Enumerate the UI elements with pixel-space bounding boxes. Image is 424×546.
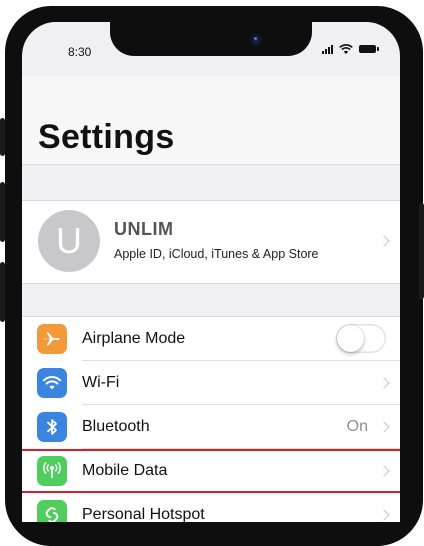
chevron-right-icon xyxy=(378,235,390,247)
volume-down-button xyxy=(0,262,5,322)
screen: 8:30 Settings U UNLIM Apple ID, iCloud, … xyxy=(22,22,400,522)
settings-row-bluetooth[interactable]: Bluetooth On xyxy=(22,405,400,449)
profile-subtitle: Apple ID, iCloud, iTunes & App Store xyxy=(114,247,319,261)
silent-switch xyxy=(0,118,5,156)
camera xyxy=(250,34,262,46)
power-button xyxy=(419,203,424,299)
battery-icon xyxy=(359,45,379,53)
signal-icon xyxy=(322,44,333,54)
settings-row-wifi[interactable]: Wi-Fi xyxy=(22,361,400,405)
apple-id-row[interactable]: U UNLIM Apple ID, iCloud, iTunes & App S… xyxy=(22,200,400,284)
wifi-status-icon xyxy=(339,44,353,54)
settings-row-label: Airplane Mode xyxy=(82,330,186,347)
settings-row-airplane-mode[interactable]: Airplane Mode xyxy=(22,317,400,361)
status-time: 8:30 xyxy=(68,45,92,59)
settings-row-label: Mobile Data xyxy=(82,462,168,479)
airplane-icon xyxy=(37,324,67,354)
volume-up-button xyxy=(0,182,5,242)
page-title: Settings xyxy=(38,118,175,156)
title-area: Settings xyxy=(22,76,400,165)
chevron-right-icon xyxy=(378,421,390,433)
status-icons xyxy=(322,44,379,54)
avatar: U xyxy=(38,210,100,272)
wifi-icon xyxy=(37,368,67,398)
bluetooth-icon xyxy=(37,412,67,442)
hotspot-icon xyxy=(37,500,67,522)
toggle-knob xyxy=(337,325,364,352)
settings-row-personal-hotspot[interactable]: Personal Hotspot xyxy=(22,493,400,522)
settings-row-mobile-data[interactable]: Mobile Data xyxy=(22,449,400,493)
bluetooth-status-value: On xyxy=(346,418,368,435)
settings-group: Airplane Mode Wi-Fi Bluetooth On Mobile … xyxy=(22,316,400,522)
notch xyxy=(110,22,312,56)
profile-name: UNLIM xyxy=(114,219,174,239)
chevron-right-icon xyxy=(378,509,390,521)
settings-row-label: Wi-Fi xyxy=(82,374,120,391)
antenna-icon xyxy=(37,456,67,486)
chevron-right-icon xyxy=(378,465,390,477)
airplane-mode-toggle[interactable] xyxy=(336,324,386,353)
settings-row-label: Bluetooth xyxy=(82,418,150,435)
chevron-right-icon xyxy=(378,377,390,389)
highlight-box xyxy=(22,449,400,493)
settings-row-label: Personal Hotspot xyxy=(82,506,205,522)
